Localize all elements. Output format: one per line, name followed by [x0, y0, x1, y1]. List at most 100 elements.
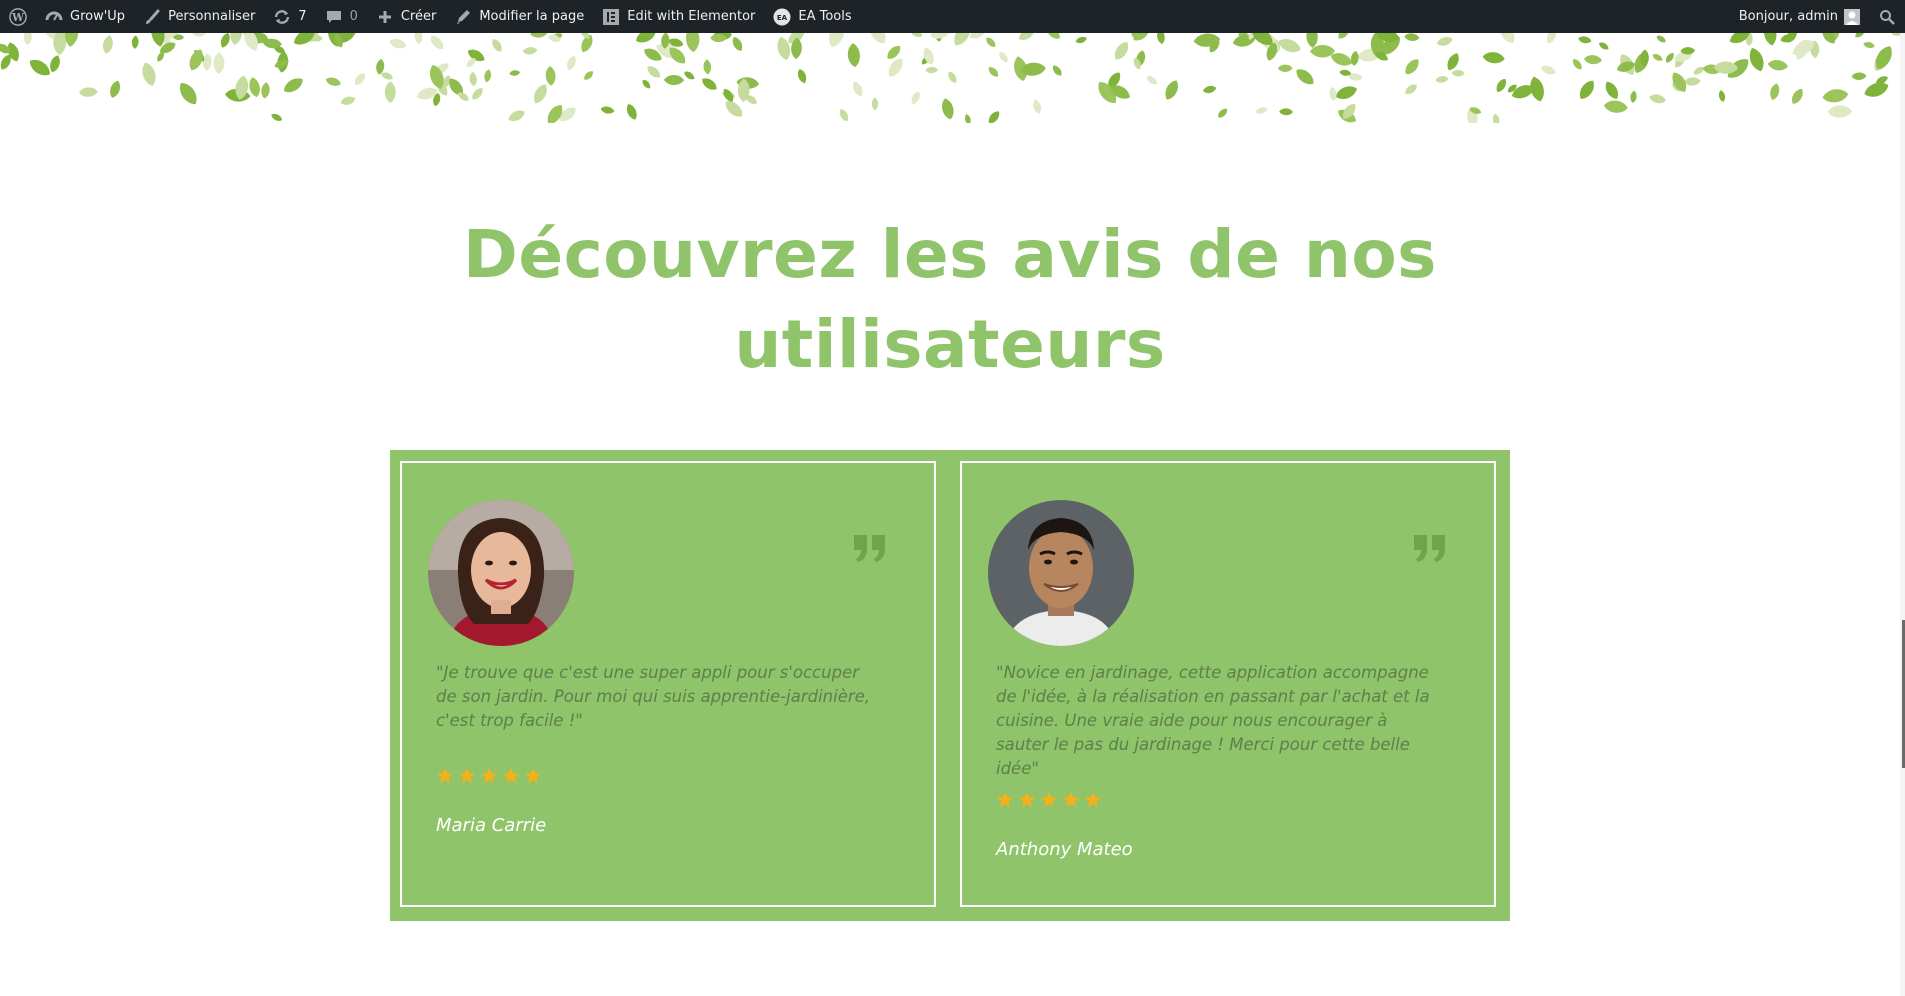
leaf-decoration: [997, 50, 1010, 65]
leaf-decoration: [1202, 84, 1218, 95]
leaf-decoration: [682, 69, 697, 82]
leaf-decoration: [1145, 74, 1159, 87]
leaf-decoration: [624, 102, 640, 122]
leaf-decoration: [946, 69, 959, 85]
page-title: Découvrez les avis de nos utilisateurs: [463, 216, 1437, 383]
leaf-decoration: [644, 63, 663, 81]
star-icon: [1040, 791, 1058, 808]
search-icon: [1878, 8, 1896, 26]
edit-page-link[interactable]: Modifier la page: [445, 0, 593, 33]
leaf-decoration: [909, 90, 922, 106]
wordpress-logo-icon: W: [9, 7, 27, 26]
leaf-decoration: [530, 81, 551, 106]
leaf-decoration: [26, 55, 54, 80]
leaf-decoration: [730, 35, 745, 53]
leaf-decoration: [908, 33, 924, 40]
dashboard-icon: [45, 8, 63, 26]
leaf-decoration: [1350, 50, 1360, 67]
leaf-decoration: [384, 81, 396, 103]
leaf-decoration: [218, 33, 232, 50]
customize-label: Personnaliser: [168, 9, 256, 24]
leaf-decoration: [1663, 51, 1676, 65]
leaf-decoration: [1651, 52, 1664, 63]
comments-link[interactable]: 0: [316, 0, 367, 33]
ea-tools-link[interactable]: EA EA Tools: [764, 0, 860, 33]
leaf-decoration: [260, 81, 271, 100]
search-button[interactable]: [1869, 0, 1905, 33]
updates-count: 7: [298, 9, 307, 24]
leaf-decoration: [489, 37, 505, 54]
leaf-decoration: [469, 85, 486, 102]
leaf-decoration: [1789, 86, 1806, 107]
leaf-decoration: [1277, 64, 1293, 73]
leaf-decoration: [986, 108, 1002, 123]
leaf-decoration: [939, 96, 956, 121]
leaf-decoration: [1435, 35, 1454, 48]
star-icon: [502, 767, 520, 784]
leaf-decoration: [1576, 77, 1598, 102]
leaf-decoration: [213, 52, 225, 75]
elementor-label: Edit with Elementor: [627, 9, 756, 24]
leaf-decoration: [825, 33, 848, 50]
star-icon: [436, 767, 454, 784]
testimonial-quote: "Novice en jardinage, cette application …: [996, 663, 1430, 778]
leaf-decoration: [506, 107, 527, 123]
leaf-decoration: [1279, 108, 1294, 116]
leaf-decoration: [1402, 56, 1422, 78]
leaf-decoration: [1597, 40, 1611, 52]
leaf-decoration: [963, 113, 972, 123]
leaf-decoration: [984, 35, 998, 49]
leaf-decoration: [1403, 82, 1420, 97]
leaf-decoration: [388, 36, 408, 51]
plus-icon: [376, 8, 394, 26]
leaf-decoration: [1293, 65, 1317, 88]
new-content-link[interactable]: Créer: [367, 0, 445, 33]
leaf-decoration: [1692, 64, 1706, 77]
leaf-decoration: [1216, 106, 1230, 120]
customize-link[interactable]: Personnaliser: [134, 0, 264, 33]
leaf-decoration: [663, 74, 685, 86]
account-menu[interactable]: Bonjour, admin: [1730, 0, 1869, 33]
admin-bar: W Grow'Up Personnaliser 7 0 Créer Modifi…: [0, 0, 1905, 33]
leaf-decoration: [529, 33, 549, 39]
leaf-decoration: [139, 60, 159, 88]
leaf-decoration: [53, 33, 67, 56]
leaf-decoration: [865, 33, 890, 47]
leaf-decoration: [1683, 76, 1701, 87]
leaf-decoration: [1746, 45, 1767, 74]
admin-bar-left: W Grow'Up Personnaliser 7 0 Créer Modifi…: [0, 0, 861, 33]
leaf-decoration: [1496, 33, 1519, 47]
star-icon: [524, 767, 542, 784]
ea-icon: EA: [773, 8, 791, 26]
leaf-decoration: [1451, 69, 1465, 77]
testimonial-author: Maria Carrie: [436, 815, 547, 836]
leaf-decoration: [1629, 90, 1638, 104]
star-icon: [1084, 791, 1102, 808]
wordpress-menu[interactable]: W: [0, 0, 36, 33]
leaf-decoration: [640, 78, 653, 91]
site-name-link[interactable]: Grow'Up: [36, 0, 134, 33]
leaf-decoration: [1853, 33, 1867, 40]
leaf-decoration: [1444, 51, 1462, 73]
leaf-decoration: [633, 33, 659, 46]
greeting-label: Bonjour, admin: [1738, 9, 1838, 24]
leaf-decoration: [1768, 82, 1781, 102]
leaf-decoration: [414, 33, 423, 45]
leaf-decoration: [884, 55, 907, 80]
site-name-label: Grow'Up: [70, 9, 126, 24]
leaf-decoration: [1328, 86, 1338, 102]
page-scrollbar[interactable]: [1900, 33, 1905, 996]
leaf-decoration: [1074, 35, 1088, 45]
testimonial-card: "Novice en jardinage, cette application …: [960, 461, 1496, 907]
leaf-decoration: [1016, 33, 1037, 44]
leaf-decoration: [1044, 33, 1063, 42]
leaf-decoration: [1767, 58, 1789, 72]
leaf-decoration: [1862, 40, 1876, 50]
leaf-decoration: [483, 68, 493, 83]
leaf-decoration: [1403, 33, 1420, 42]
updates-link[interactable]: 7: [264, 0, 315, 33]
elementor-link[interactable]: Edit with Elementor: [593, 0, 764, 33]
reviewer-photo: [428, 500, 574, 646]
admin-bar-right: Bonjour, admin: [1730, 0, 1905, 33]
leaf-decoration: [1254, 105, 1269, 116]
